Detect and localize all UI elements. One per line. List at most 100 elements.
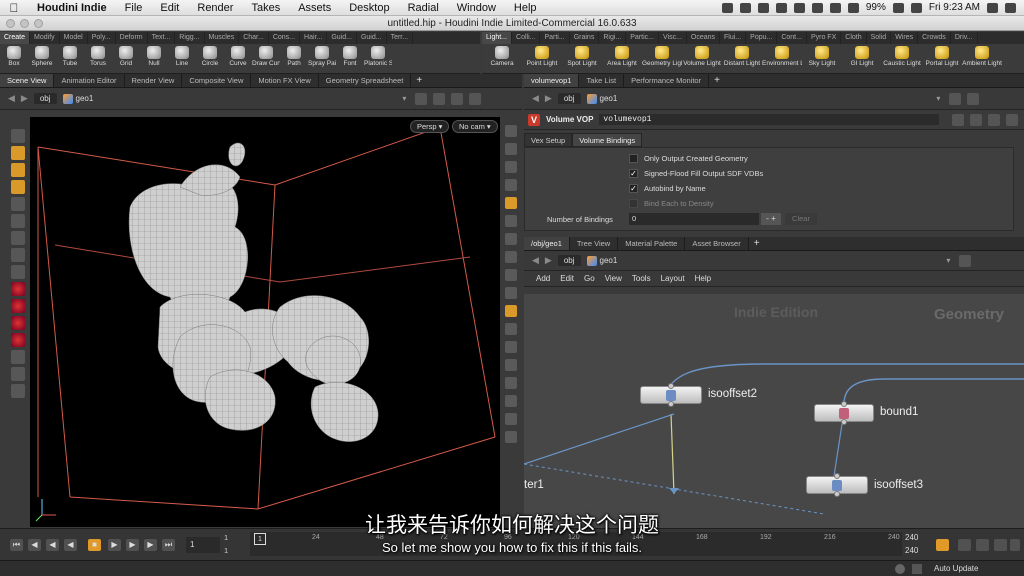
param-back-arrow-icon[interactable]: ◀ bbox=[532, 93, 539, 104]
help-icon[interactable] bbox=[970, 113, 982, 126]
timemachine-icon[interactable] bbox=[793, 2, 805, 13]
shelf-tab-model-2[interactable]: Model bbox=[60, 32, 88, 44]
tool-null[interactable]: Null bbox=[140, 46, 168, 67]
shading-icon[interactable] bbox=[505, 179, 517, 191]
shelf-tab-colli-1[interactable]: Colli... bbox=[512, 32, 541, 44]
back-arrow-icon[interactable]: ◀ bbox=[8, 93, 15, 104]
bluetooth-icon[interactable] bbox=[811, 2, 823, 13]
add-tab-icon[interactable]: + bbox=[749, 237, 765, 250]
tool-camera[interactable]: Camera bbox=[482, 46, 522, 67]
tab-performance-monitor[interactable]: Performance Monitor bbox=[624, 74, 710, 87]
shelf-tab-hair-10[interactable]: Hair... bbox=[300, 32, 328, 44]
normals-icon[interactable] bbox=[505, 413, 517, 425]
path-dropdown-icon[interactable]: ▾ bbox=[399, 94, 409, 103]
node-input-port[interactable] bbox=[841, 401, 847, 407]
uv-icon[interactable] bbox=[505, 377, 517, 389]
paint-tool-icon[interactable] bbox=[11, 163, 25, 177]
tool-box[interactable]: Box bbox=[0, 46, 28, 67]
shelf-tab-light-0[interactable]: Light... bbox=[482, 32, 513, 44]
menu-render[interactable]: Render bbox=[188, 2, 242, 14]
tool-spray-paint[interactable]: Spray Paint bbox=[308, 46, 336, 67]
param-path-dropdown-icon[interactable]: ▾ bbox=[933, 94, 943, 103]
tab-render-view[interactable]: Render View bbox=[125, 74, 183, 87]
tool-geometry-light[interactable]: Geometry Light bbox=[642, 46, 682, 67]
tool-circle[interactable]: Circle bbox=[196, 46, 224, 67]
render-region-icon[interactable] bbox=[11, 367, 25, 381]
tool-tube[interactable]: Tube bbox=[56, 46, 84, 67]
status-indicator-icon[interactable] bbox=[895, 564, 905, 574]
node-output-port[interactable] bbox=[841, 419, 847, 425]
3d-viewport[interactable]: Persp ▾ No cam ▾ bbox=[30, 117, 500, 527]
bindings-value-field[interactable]: 0 bbox=[629, 213, 759, 225]
tab-animation-editor[interactable]: Animation Editor bbox=[54, 74, 125, 87]
net-menu-help[interactable]: Help bbox=[695, 274, 711, 283]
shelf-tab-grains-3[interactable]: Grains bbox=[570, 32, 600, 44]
tab-asset-browser[interactable]: Asset Browser bbox=[685, 237, 749, 250]
tool-sky-light[interactable]: Sky Light bbox=[802, 46, 842, 67]
scale-tool-icon[interactable] bbox=[11, 231, 25, 245]
tool-draw-curve[interactable]: Draw Curve bbox=[252, 46, 280, 67]
search-icon[interactable] bbox=[987, 2, 998, 13]
wifi-icon[interactable] bbox=[829, 2, 841, 13]
auto-update-menu[interactable]: Auto Update bbox=[934, 564, 978, 573]
close-window-button[interactable] bbox=[6, 19, 15, 28]
handle-tool-icon[interactable] bbox=[11, 129, 25, 143]
shelf-tab-terr-13[interactable]: Terr... bbox=[387, 32, 414, 44]
primitive-numbers-icon[interactable] bbox=[505, 359, 517, 371]
lights-icon[interactable] bbox=[505, 233, 517, 245]
clock[interactable]: Fri 9:23 AM bbox=[929, 2, 980, 13]
param-pin-icon[interactable] bbox=[949, 92, 962, 105]
shelf-tab-driv-16[interactable]: Driv... bbox=[951, 32, 978, 44]
net-forward-arrow-icon[interactable]: ▶ bbox=[545, 255, 552, 266]
ghost-icon[interactable] bbox=[505, 161, 517, 173]
node-bound1[interactable] bbox=[814, 401, 874, 425]
magnet-tool-icon[interactable] bbox=[11, 282, 25, 296]
snap-tool-icon[interactable] bbox=[11, 248, 25, 262]
path-geo1[interactable]: geo1 bbox=[62, 93, 93, 104]
shelf-tab-oceans-7[interactable]: Oceans bbox=[687, 32, 721, 44]
tool-portal-light[interactable]: Portal Light bbox=[922, 46, 962, 67]
option-only-output[interactable]: Only Output Created Geometry bbox=[629, 154, 748, 163]
apple-icon[interactable]:  bbox=[0, 1, 28, 15]
tab-material-palette[interactable]: Material Palette bbox=[618, 237, 686, 250]
tool-line[interactable]: Line bbox=[168, 46, 196, 67]
net-back-arrow-icon[interactable]: ◀ bbox=[532, 255, 539, 266]
no-cam-menu[interactable]: No cam ▾ bbox=[452, 120, 498, 133]
shelf-tab-cloth-12[interactable]: Cloth bbox=[841, 32, 867, 44]
shelf-tab-char-8[interactable]: Char... bbox=[239, 32, 269, 44]
notification-icon[interactable] bbox=[1005, 2, 1016, 13]
tool-spot-light[interactable]: Spot Light bbox=[562, 46, 602, 67]
menu-takes[interactable]: Takes bbox=[242, 2, 289, 14]
bindings-stepper[interactable]: - + bbox=[761, 213, 781, 225]
tool-curve[interactable]: Curve bbox=[224, 46, 252, 67]
tool-ambient-light[interactable]: Ambient Light bbox=[962, 46, 1002, 67]
node-input-port[interactable] bbox=[668, 383, 674, 389]
hull-icon[interactable] bbox=[505, 395, 517, 407]
net-menu-tools[interactable]: Tools bbox=[632, 274, 651, 283]
option-signed-flood[interactable]: ✓ Signed-Flood Fill Output SDF VDBs bbox=[629, 169, 763, 178]
flag-icon[interactable] bbox=[910, 2, 922, 13]
add-tab-icon[interactable]: + bbox=[709, 74, 725, 87]
lock-camera-icon[interactable] bbox=[505, 125, 517, 137]
tab-take-list[interactable]: Take List bbox=[579, 74, 625, 87]
net-menu-go[interactable]: Go bbox=[584, 274, 595, 283]
shelf-tab-guid-11[interactable]: Guid... bbox=[327, 32, 357, 44]
camera-tool-icon[interactable] bbox=[11, 350, 25, 364]
param-path-obj[interactable]: obj bbox=[557, 93, 581, 104]
tab-geometry-spreadsheet[interactable]: Geometry Spreadsheet bbox=[319, 74, 412, 87]
net-menu-view[interactable]: View bbox=[605, 274, 622, 283]
tool-area-light[interactable]: Area Light bbox=[602, 46, 642, 67]
volume-icon[interactable] bbox=[847, 2, 859, 13]
shelf-tab-cont-10[interactable]: Cont... bbox=[777, 32, 807, 44]
shelf-tab-partic-5[interactable]: Partic... bbox=[626, 32, 659, 44]
net-path-obj[interactable]: obj bbox=[557, 255, 581, 266]
flip-book-icon[interactable] bbox=[505, 431, 517, 443]
net-menu-layout[interactable]: Layout bbox=[661, 274, 685, 283]
point-numbers-icon[interactable] bbox=[505, 341, 517, 353]
visualize-icon[interactable] bbox=[505, 305, 517, 317]
clear-button[interactable]: Clear bbox=[785, 213, 817, 225]
shelf-tab-visc-6[interactable]: Visc... bbox=[659, 32, 687, 44]
grab-tool-icon[interactable] bbox=[11, 299, 25, 313]
forward-arrow-icon[interactable]: ▶ bbox=[21, 93, 28, 104]
param-forward-arrow-icon[interactable]: ▶ bbox=[545, 93, 552, 104]
